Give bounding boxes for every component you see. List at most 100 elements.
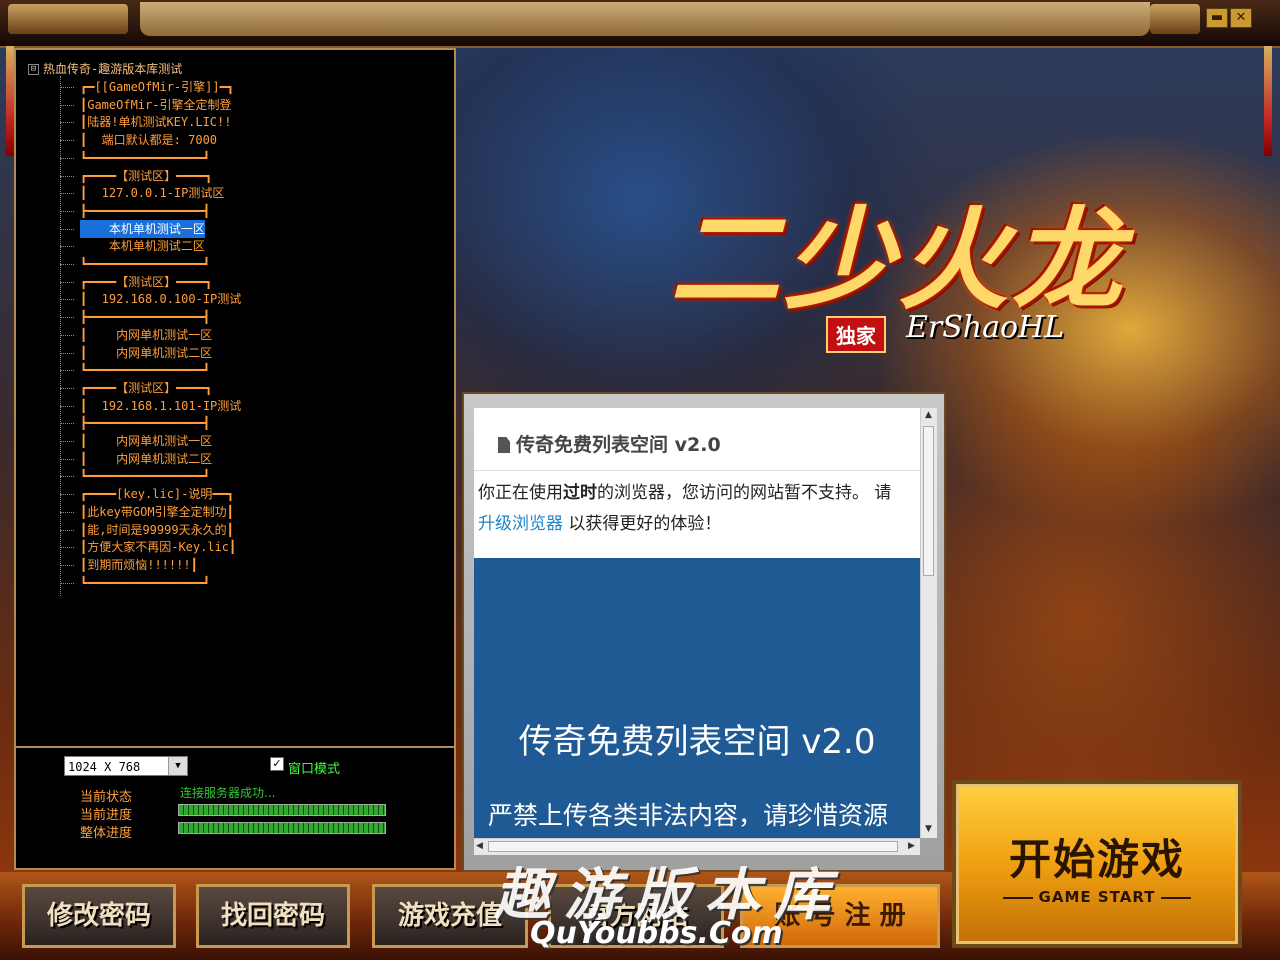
game-logo: 二少火龙 独家 ErShaoHL bbox=[660, 150, 1140, 353]
tree-connector-branch bbox=[60, 210, 74, 212]
tree-connector-branch bbox=[60, 334, 74, 336]
current-progress-label: 当前进度 bbox=[80, 808, 133, 823]
tree-item[interactable]: ┗━━━━━━━━━━━━━━━━┛ bbox=[80, 255, 210, 273]
scroll-up-icon[interactable]: ▲ bbox=[925, 410, 932, 420]
tree-item[interactable]: ┃此key带GOM引擎全定制功┃ bbox=[80, 503, 234, 521]
tree-connector-branch bbox=[60, 228, 74, 230]
tree-item[interactable]: ┃到期而烦恼!!!!!!┃ bbox=[80, 556, 198, 574]
tree-connector-branch bbox=[60, 104, 74, 106]
window-mode-checkbox[interactable]: ✓ bbox=[270, 757, 284, 771]
tree-item[interactable]: ┃方便大家不再因-Key.lic┃ bbox=[80, 538, 236, 556]
tree-connector-branch bbox=[60, 441, 74, 442]
tree-connector-branch bbox=[60, 494, 74, 496]
tree-item[interactable]: ┣━━━━━━━━━━━━━━━━┫ bbox=[80, 414, 210, 432]
banner-title: 传奇免费列表空间 v2.0 bbox=[518, 722, 876, 762]
web-banner: 传奇免费列表空间 v2.0 严禁上传各类非法内容，请珍惜资源 bbox=[474, 558, 920, 838]
status-value: 连接服务器成功... bbox=[180, 786, 276, 800]
tree-item[interactable]: ┃陆器!单机测试KEY.LIC!! bbox=[80, 113, 231, 131]
tree-connector-branch bbox=[60, 387, 74, 389]
start-game-label: 开始游戏 bbox=[1008, 835, 1185, 884]
tree-item[interactable]: ┣━━━━━━━━━━━━━━━━┫ bbox=[80, 308, 210, 326]
tree-item[interactable]: ┃ 192.168.1.101-IP测试 bbox=[80, 397, 241, 415]
tree-connector-branch bbox=[60, 370, 74, 372]
logo-subtitle: ErShaoHL bbox=[906, 310, 1065, 345]
tree-item[interactable]: ┗━━━━━━━━━━━━━━━━┛ bbox=[80, 467, 210, 485]
collapse-icon[interactable]: ⊟ bbox=[28, 64, 39, 75]
tree-item[interactable]: ┏━━━━[key.lic]-说明━━┓ bbox=[80, 485, 234, 503]
tree-item[interactable]: ┃ 192.168.0.100-IP测试 bbox=[80, 290, 241, 308]
scroll-left-icon[interactable]: ◀ bbox=[476, 841, 483, 851]
news-webview[interactable]: 传奇免费列表空间 v2.0 你正在使用过时的浏览器，您访问的网站暂不支持。 请升… bbox=[474, 408, 920, 838]
tree-root[interactable]: ⊟ 热血传奇-趣游版本库测试 bbox=[28, 60, 182, 77]
tree-connector-branch bbox=[60, 476, 74, 478]
tree-connector-branch bbox=[60, 299, 74, 301]
banner-warning: 严禁上传各类非法内容，请珍惜资源 bbox=[488, 801, 889, 830]
tree-connector-line bbox=[60, 76, 61, 596]
start-game-button[interactable]: 开始游戏 GAME START bbox=[952, 780, 1242, 948]
overall-progress-bar bbox=[178, 822, 386, 834]
tree-item[interactable]: ┃ 内网单机测试二区 bbox=[80, 344, 212, 362]
tree-item[interactable]: ┏━━━━【测试区】━━━━┓ bbox=[80, 167, 212, 185]
watermark-domain: QuYoubbs.Com bbox=[530, 916, 783, 951]
tree-item[interactable]: ┗━━━━━━━━━━━━━━━━┛ bbox=[80, 361, 210, 379]
resolution-select[interactable]: 1024 X 768 ▼ bbox=[64, 756, 188, 776]
tree-item[interactable]: ┣━━━━━━━━━━━━━━━━┫ bbox=[80, 202, 210, 220]
tree-item[interactable]: ┃ 内网单机测试一区 bbox=[80, 326, 212, 344]
tree-item[interactable]: ┃ 内网单机测试一区 bbox=[80, 432, 212, 450]
launch-settings-panel: 1024 X 768 ▼ ✓ 窗口模式 当前状态 连接服务器成功... 当前进度… bbox=[14, 748, 456, 870]
web-title-text: 传奇免费列表空间 v2.0 bbox=[516, 434, 721, 456]
tree-connector-branch bbox=[60, 87, 74, 88]
vertical-scroll-thumb[interactable] bbox=[923, 426, 934, 576]
status-label: 当前状态 bbox=[80, 790, 133, 805]
scroll-down-icon[interactable]: ▼ bbox=[925, 824, 932, 834]
tree-item[interactable]: ┃GameOfMir-引擎全定制登 bbox=[80, 96, 231, 114]
tree-connector-branch bbox=[60, 405, 74, 407]
change-password-button[interactable]: 修改密码 bbox=[22, 884, 176, 948]
msg-bold: 过时 bbox=[563, 483, 597, 503]
tassel-right-ornament bbox=[1264, 46, 1272, 156]
tree-item[interactable]: ┃ 端口默认都是: 7000 bbox=[80, 131, 217, 149]
tree-root-label: 热血传奇-趣游版本库测试 bbox=[43, 62, 183, 76]
overall-progress-label: 整体进度 bbox=[80, 826, 133, 841]
tree-connector-branch bbox=[60, 529, 74, 531]
tree-connector-branch bbox=[60, 175, 74, 177]
tree-connector-branch bbox=[60, 264, 74, 265]
tree-connector-branch bbox=[60, 547, 74, 549]
start-game-sublabel: GAME START bbox=[956, 888, 1238, 906]
outdated-browser-message: 你正在使用过时的浏览器，您访问的网站暂不支持。 请升级浏览器 以获得更好的体验！ bbox=[478, 478, 918, 540]
minimize-button[interactable]: ▬ bbox=[1206, 8, 1228, 28]
scroll-right-icon[interactable]: ▶ bbox=[908, 841, 915, 851]
tree-item[interactable]: 本机单机测试二区 bbox=[80, 237, 205, 255]
frame-ornament-center bbox=[140, 2, 1150, 36]
tree-connector-branch bbox=[60, 246, 74, 248]
tree-item[interactable]: ┃ 127.0.0.1-IP测试区 bbox=[80, 184, 224, 202]
tree-item[interactable]: ┏━━━━【测试区】━━━━┓ bbox=[80, 273, 212, 291]
vertical-scrollbar[interactable]: ▲ ▼ bbox=[920, 408, 937, 838]
recover-password-button[interactable]: 找回密码 bbox=[196, 884, 350, 948]
tree-connector-branch bbox=[60, 157, 74, 159]
server-tree: ⊟ 热血传奇-趣游版本库测试 ┏━[[GameOfMir-引擎]]━┓ ┃GameO… bbox=[20, 54, 450, 744]
tree-connector-branch bbox=[60, 193, 74, 195]
tree-item[interactable]: ┃ 内网单机测试二区 bbox=[80, 450, 212, 468]
tree-item[interactable]: ┏━━━━【测试区】━━━━┓ bbox=[80, 379, 212, 397]
upgrade-browser-link[interactable]: 升级浏览器 bbox=[478, 514, 563, 534]
tree-connector-branch bbox=[60, 423, 74, 425]
web-divider bbox=[474, 470, 920, 471]
news-browser-frame: 传奇免费列表空间 v2.0 你正在使用过时的浏览器，您访问的网站暂不支持。 请升… bbox=[462, 392, 946, 872]
tree-connector-branch bbox=[60, 352, 74, 354]
tree-item[interactable]: ┗━━━━━━━━━━━━━━━━┛ bbox=[80, 149, 210, 167]
tree-item[interactable]: ┃能,时间是99999天永久的┃ bbox=[80, 521, 234, 539]
window-mode-label[interactable]: 窗口模式 bbox=[288, 758, 340, 777]
tree-item[interactable]: ┏━[[GameOfMir-引擎]]━┓ bbox=[80, 78, 234, 96]
tree-connector-branch bbox=[60, 582, 74, 584]
tree-item[interactable]: ┗━━━━━━━━━━━━━━━━┛ bbox=[80, 574, 210, 592]
msg-text-2: 的浏览器，您访问的网站暂不支持。 请 bbox=[597, 483, 892, 503]
close-button[interactable]: ✕ bbox=[1230, 8, 1252, 28]
tree-item-selected[interactable]: 本机单机测试一区 bbox=[80, 219, 205, 238]
document-icon bbox=[498, 437, 510, 453]
title-bar: ▬ ✕ bbox=[0, 0, 1280, 48]
tree-connector-branch bbox=[60, 122, 74, 124]
frame-ornament-right bbox=[1150, 4, 1200, 34]
server-list-panel: ⊟ 热血传奇-趣游版本库测试 ┏━[[GameOfMir-引擎]]━┓ ┃GameO… bbox=[14, 48, 456, 748]
chevron-down-icon[interactable]: ▼ bbox=[168, 757, 187, 775]
